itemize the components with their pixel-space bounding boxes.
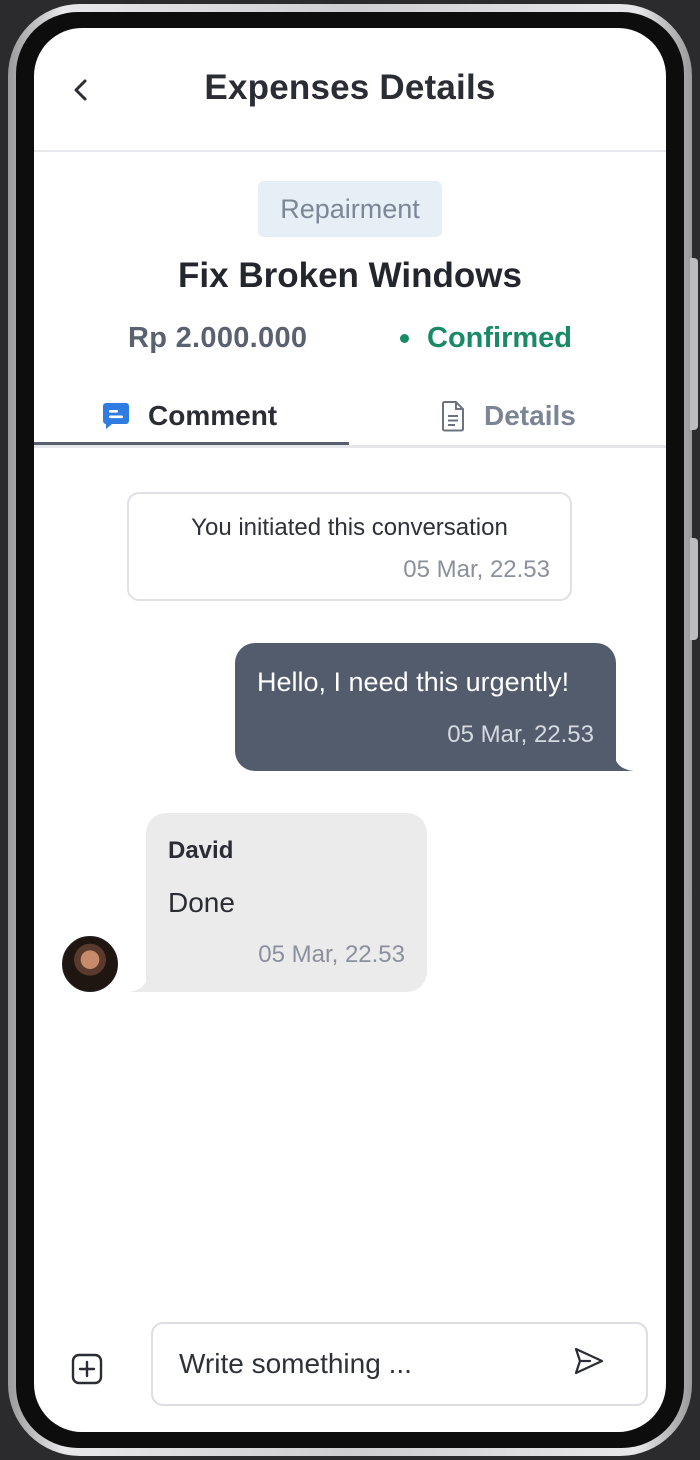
avatar[interactable] <box>62 936 118 992</box>
message-text: Done <box>168 887 235 918</box>
status-badge: Confirmed <box>396 322 572 355</box>
tab-bar: Comment Details <box>34 384 666 448</box>
message-text: Hello, I need this urgently! <box>257 667 570 697</box>
tab-details-label: Details <box>484 400 576 431</box>
category-badge: Repairment <box>258 181 442 237</box>
message-time: 05 Mar, 22.53 <box>447 721 594 748</box>
volume-button <box>690 258 698 430</box>
power-button <box>690 538 698 640</box>
status-dot-icon <box>400 334 409 343</box>
chat-icon <box>103 403 129 429</box>
system-message: You initiated this conversation 05 Mar, … <box>127 492 572 601</box>
header: Expenses Details <box>34 28 666 152</box>
expense-amount: Rp 2.000.000 <box>128 322 308 354</box>
message-time: 05 Mar, 22.53 <box>258 941 405 968</box>
message-sender: David <box>168 837 234 864</box>
tab-comment-label: Comment <box>148 400 278 431</box>
tab-comment[interactable]: Comment <box>100 384 277 448</box>
send-icon <box>574 1347 604 1375</box>
expense-title: Fix Broken Windows <box>178 256 522 295</box>
incoming-message[interactable]: David Done 05 Mar, 22.53 <box>128 813 427 992</box>
bubble-tail <box>128 972 148 992</box>
attach-button[interactable] <box>70 1352 104 1386</box>
outgoing-message[interactable]: Hello, I need this urgently! 05 Mar, 22.… <box>235 643 634 771</box>
bubble-tail <box>614 751 634 771</box>
status-label: Confirmed <box>427 322 572 354</box>
send-button[interactable] <box>572 1344 606 1378</box>
plus-square-icon <box>71 1353 103 1385</box>
active-tab-indicator <box>34 442 349 445</box>
tab-details[interactable]: Details <box>438 384 576 448</box>
system-message-time: 05 Mar, 22.53 <box>403 556 550 583</box>
app-screen: Expenses Details Repairment Fix Broken W… <box>34 28 666 1432</box>
page-title: Expenses Details <box>204 68 496 107</box>
message-composer <box>34 1318 666 1408</box>
document-icon <box>442 401 464 432</box>
system-message-text: You initiated this conversation <box>191 514 508 541</box>
